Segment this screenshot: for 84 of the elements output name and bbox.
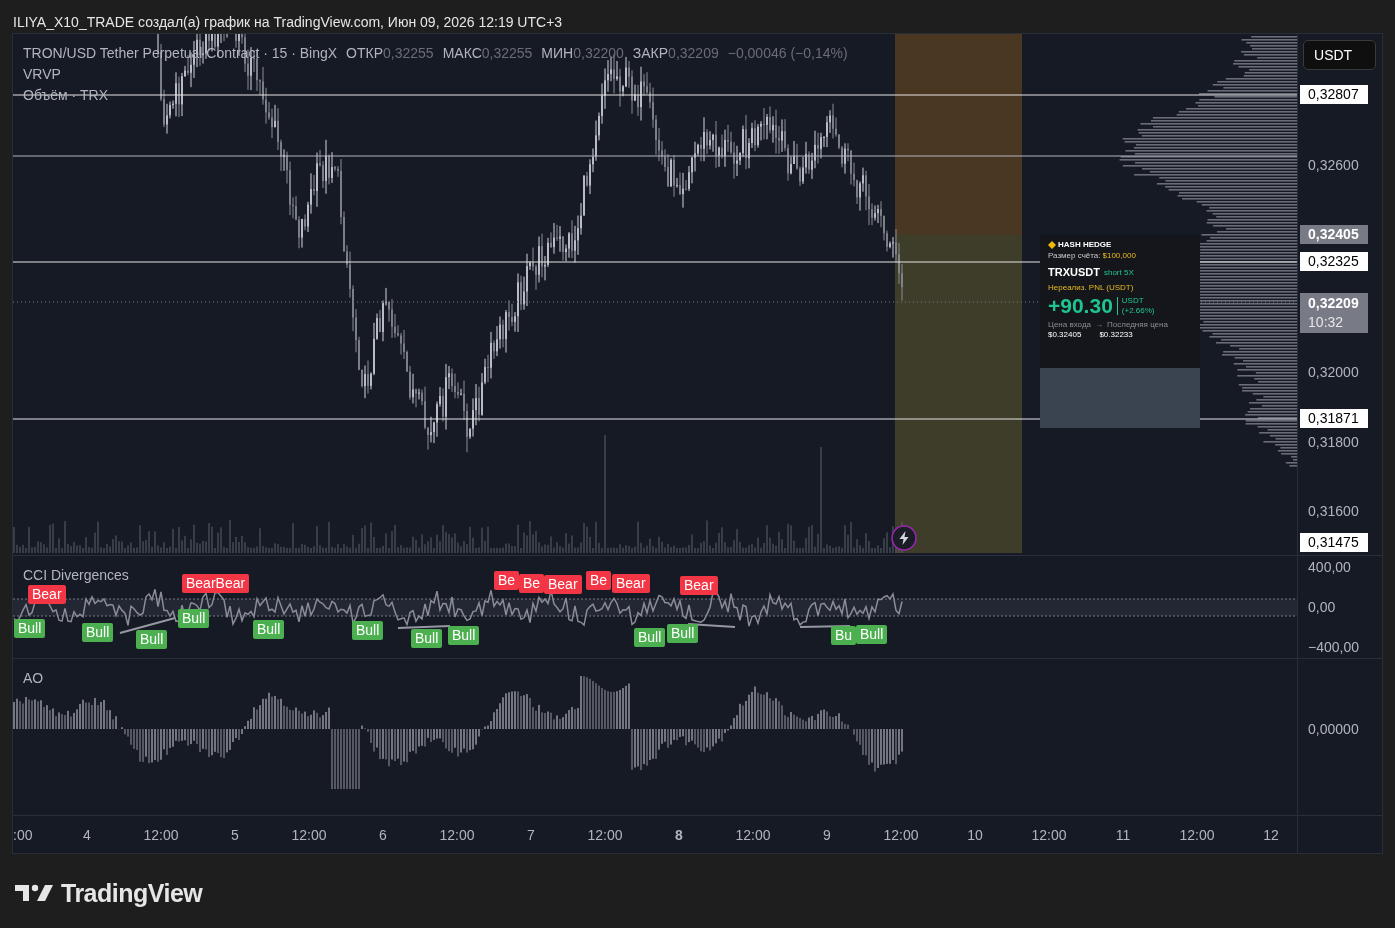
bull-marker: Bull <box>82 623 114 642</box>
time-tick: 9 <box>823 826 831 844</box>
ohlc-label: ЗАКР <box>632 44 669 62</box>
indicator-tick: 0,00 <box>1308 598 1336 616</box>
time-tick: :00 <box>13 826 33 844</box>
time-tick: 6 <box>379 826 387 844</box>
position-side: short 5X <box>1103 268 1134 278</box>
indicator-tick: 0,00000 <box>1308 720 1359 738</box>
bear-marker: Be <box>586 571 612 590</box>
time-tick: 12 <box>1263 826 1279 844</box>
time-tick: 12:00 <box>587 826 623 844</box>
bear-marker: Be <box>494 571 520 590</box>
time-tick: 8 <box>675 826 683 844</box>
time-tick: 12:00 <box>291 826 327 844</box>
price-tick: 0,31800 <box>1307 433 1360 452</box>
account-value: $100,000 <box>1102 251 1136 261</box>
indicator-label[interactable]: VRVP <box>23 65 61 83</box>
account-label: Размер счёта: <box>1048 251 1101 261</box>
bear-marker: Bear <box>612 574 650 593</box>
ohlc-label: МИН <box>541 44 574 62</box>
bear-marker: Be <box>519 574 545 593</box>
time-tick: 12:00 <box>883 826 919 844</box>
indicator-label[interactable]: CCI Divergences <box>23 566 129 584</box>
brand-name: HASH HEDGE <box>1058 240 1112 250</box>
time-tick: 10 <box>967 826 983 844</box>
bull-marker: Bu <box>831 626 857 645</box>
price-line-label: 0,32325 <box>1300 252 1369 271</box>
entry-price-label: 0,32405 <box>1300 225 1369 244</box>
price-line-label: 0,31475 <box>1300 533 1369 552</box>
pair-name: TRXUSDT <box>1048 266 1100 278</box>
bear-marker: Bear <box>544 575 582 594</box>
time-tick: 11 <box>1115 826 1131 844</box>
time-tick: 12:00 <box>143 826 179 844</box>
price-tick: 0,32600 <box>1307 156 1360 175</box>
price-tick: 0,32000 <box>1307 363 1360 382</box>
bull-marker: Bull <box>14 619 46 638</box>
ohlc-value: 0,32255 <box>383 44 434 62</box>
bull-marker: Bull <box>448 626 480 645</box>
bull-marker: Bull <box>136 630 168 649</box>
brand-name: TradingView <box>61 878 203 908</box>
pnl-label: Нереализ. PNL (USDT) <box>1048 283 1134 293</box>
last-price-label: Последняя цена <box>1107 320 1168 330</box>
currency-button[interactable]: USDT <box>1303 40 1377 70</box>
indicator-tick: −400,00 <box>1308 638 1360 656</box>
bull-marker: Bull <box>411 629 443 648</box>
bull-marker: Bull <box>667 624 699 643</box>
ohlc-value: 0,32200 <box>573 44 624 62</box>
bull-marker: Bull <box>856 625 888 644</box>
entry-price: $0.32405 <box>1048 330 1082 340</box>
logo-icon <box>15 883 53 903</box>
price-line-label: 0,32807 <box>1300 85 1369 104</box>
ohlc-value: 0,32255 <box>481 44 533 62</box>
ohlc-label: МАКС <box>442 44 482 62</box>
time-tick: 5 <box>231 826 239 844</box>
entry-price-label: Цена входа <box>1048 320 1091 330</box>
price-tick: 0,31600 <box>1307 502 1360 521</box>
arrow-glyph: → <box>1095 320 1103 330</box>
time-tick: 7 <box>527 826 535 844</box>
price-change: −0,00046 (−0,14%) <box>727 44 848 62</box>
diamond-logo-icon <box>1048 241 1056 249</box>
bear-marker: BearBear <box>182 574 250 593</box>
last-price: $0.32233 <box>1099 330 1133 340</box>
bull-marker: Bull <box>253 620 285 639</box>
bear-marker: Bear <box>28 585 66 604</box>
time-tick: 4 <box>83 826 91 844</box>
time-tick: 12:00 <box>439 826 475 844</box>
ohlc-value: 0,32209 <box>668 44 719 62</box>
indicator-tick: 400,00 <box>1308 558 1351 576</box>
pnl-value: +90.30 <box>1048 295 1113 317</box>
lightning-icon[interactable] <box>891 525 917 551</box>
price-line-label: 0,31871 <box>1300 409 1369 428</box>
time-tick: 12:00 <box>1031 826 1067 844</box>
bull-marker: Bull <box>634 628 666 647</box>
pnl-percent: (+2.66%) <box>1121 306 1155 316</box>
ohlc-label: ОТКР <box>346 44 384 62</box>
time-tick: 12:00 <box>735 826 771 844</box>
chart-caption: ILIYA_X10_TRADE создал(а) график на TradingView.com, Июн 09, 2026 12:19 UTC+3 <box>13 14 563 30</box>
pnl-unit: USDT <box>1121 296 1145 306</box>
indicator-label[interactable]: AO <box>23 669 44 687</box>
bull-marker: Bull <box>178 609 210 628</box>
time-tick: 12:00 <box>1179 826 1215 844</box>
bull-marker: Bull <box>352 621 384 640</box>
last-price-label: 0,32209 10:32 <box>1300 293 1369 333</box>
bear-marker: Bear <box>680 576 718 595</box>
